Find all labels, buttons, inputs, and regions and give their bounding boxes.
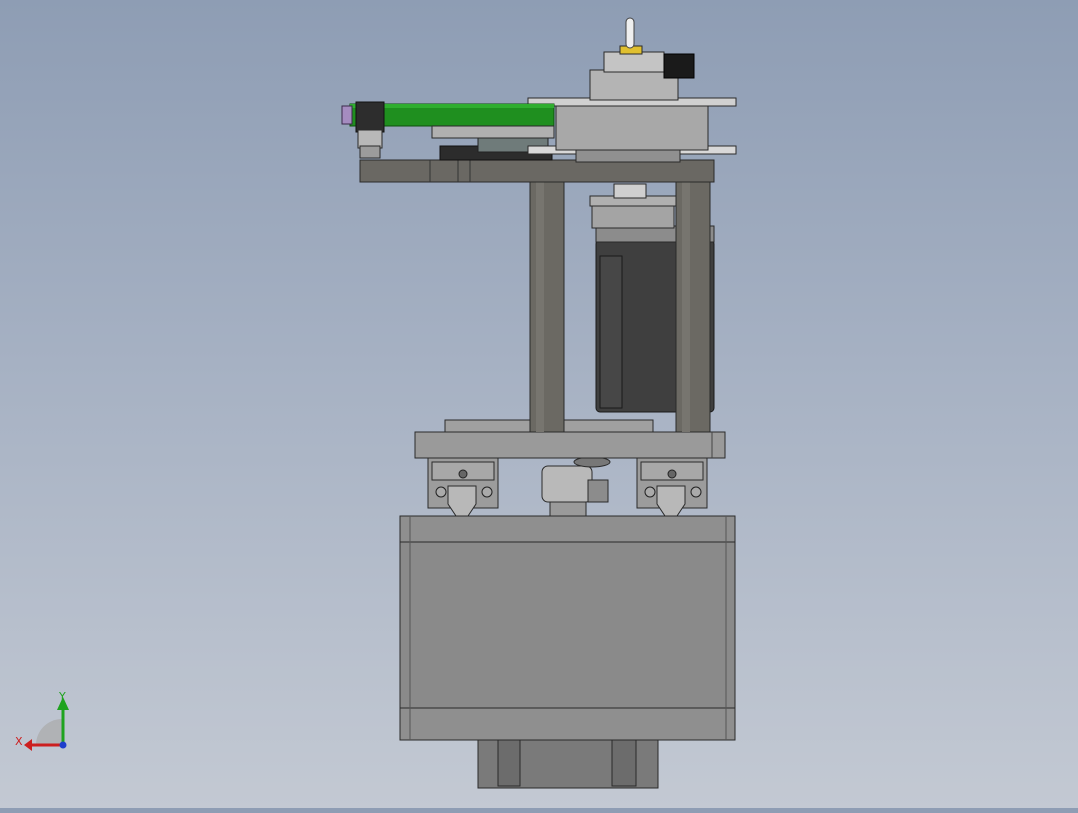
triad-x-label: X [15, 735, 23, 748]
coordinate-triad: Y X [15, 690, 69, 751]
triad-arc [36, 719, 62, 745]
support-column-left[interactable] [529, 179, 565, 433]
triad-y-label: Y [58, 690, 66, 703]
large-pulley[interactable] [527, 97, 737, 163]
support-column-right[interactable] [675, 179, 711, 433]
cad-model-view[interactable]: Y X [0, 0, 1078, 808]
guide-carriage-left[interactable] [427, 457, 499, 517]
top-hub[interactable] [589, 17, 695, 101]
graphics-viewport[interactable]: Y X [0, 0, 1078, 808]
guide-carriage-right[interactable] [636, 457, 708, 517]
coupling[interactable] [541, 456, 611, 517]
base-gearbox[interactable] [399, 515, 736, 789]
z-axis-dot [59, 741, 67, 749]
